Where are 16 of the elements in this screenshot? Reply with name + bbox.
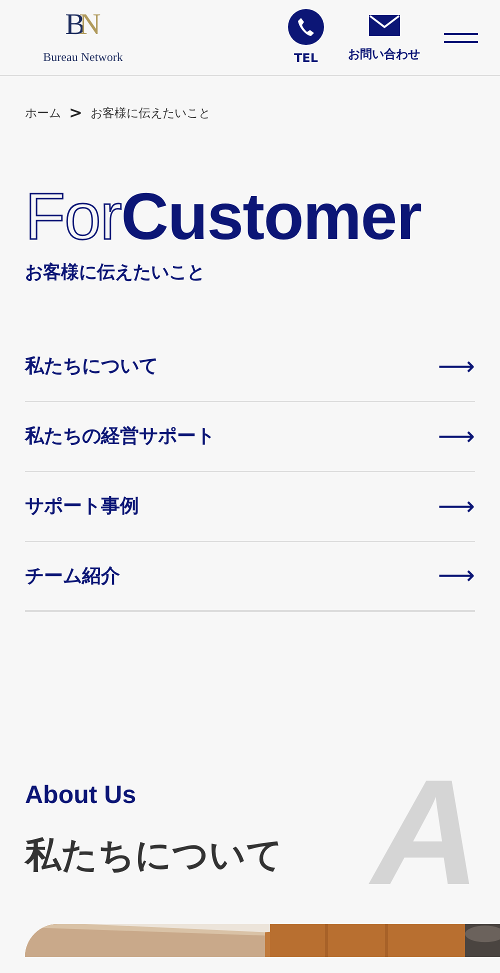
page-subtitle: お客様に伝えたいこと (24, 261, 206, 285)
menu-link[interactable]: 私たちについて ⟶ (25, 332, 475, 402)
menu-link[interactable]: 私たちの経営サポート ⟶ (25, 402, 475, 472)
mail-icon (368, 14, 400, 36)
menu-link[interactable]: サポート事例 ⟶ (25, 472, 475, 542)
page-title: ForCustomer (24, 183, 422, 249)
section-heading: 私たちについて (25, 834, 283, 878)
logo[interactable]: BN Bureau Network (38, 10, 128, 66)
phone-icon (288, 8, 324, 44)
tel-button[interactable]: TEL (288, 8, 324, 66)
breadcrumb-separator: > (69, 102, 82, 124)
breadcrumb-current: お客様に伝えたいこと (90, 105, 210, 122)
breadcrumb-link[interactable]: ホーム (25, 104, 61, 122)
contact-button[interactable]: お問い合わせ (348, 12, 420, 62)
section-eyebrow: About Us (25, 780, 136, 811)
menu-link[interactable]: チーム紹介 ⟶ (25, 542, 475, 612)
